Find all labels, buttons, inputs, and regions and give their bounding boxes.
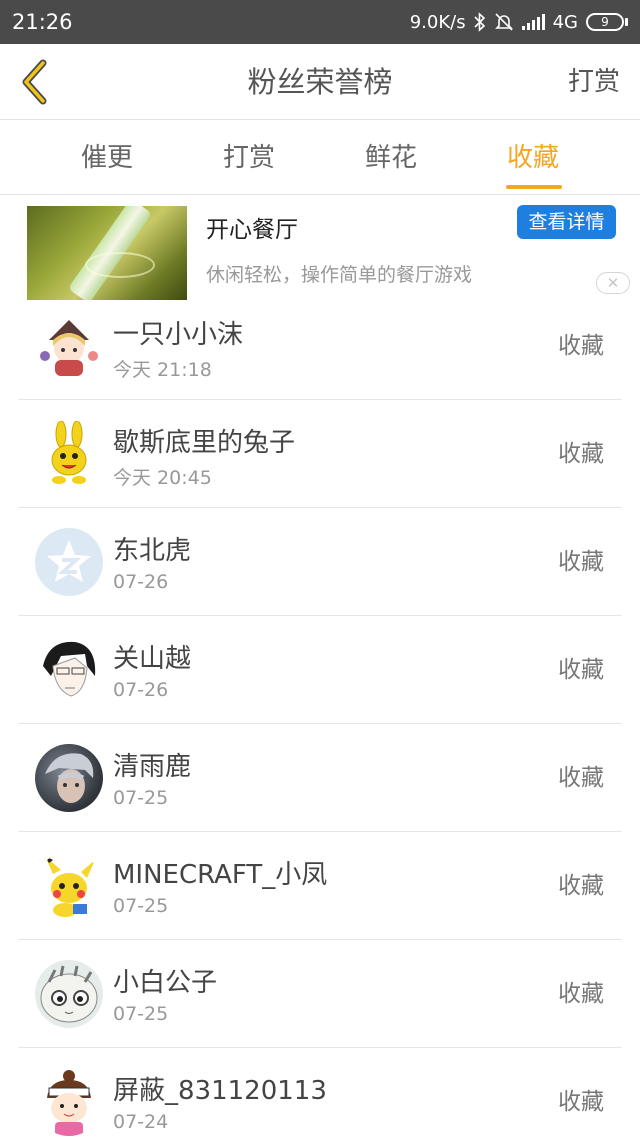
network-type: 4G [552,11,578,33]
list-item[interactable]: MINECRAFT_小凤 07-25 收藏 [18,832,622,940]
status-icons: 9.0K/s 4G 9 [410,12,628,33]
list-item[interactable]: 屏蔽_831120113 07-24 收藏 [18,1048,622,1138]
ad-title: 开心餐厅 [206,217,298,243]
fan-name: 关山越 [113,644,192,674]
signal-icon [521,14,545,30]
list-item[interactable]: 东北虎 07-26 收藏 [18,508,622,616]
list-item[interactable]: 一只小小沫 今天 21:18 收藏 [18,292,622,400]
reward-button[interactable]: 打赏 [568,44,620,120]
view-details-button[interactable]: 查看详情 [517,205,616,239]
tab-urge[interactable]: 催更 [47,121,167,195]
fan-time: 07-25 [113,1003,169,1025]
net-speed: 9.0K/s [409,11,466,33]
status-bar: 21:26 9.0K/s 4G 9 [0,0,640,44]
battery-level: 9 [586,13,624,31]
fan-time: 07-25 [113,895,169,917]
cat-avatar [35,960,103,1028]
tab-reward[interactable]: 打赏 [189,121,309,195]
fan-action: 收藏 [558,1089,604,1115]
tab-favorite[interactable]: 收藏 [473,121,593,195]
fan-time: 今天 21:18 [113,359,212,381]
fan-time: 07-25 [113,787,169,809]
page-title: 粉丝荣誉榜 [247,65,393,99]
fan-action: 收藏 [558,765,604,791]
ad-image [27,206,187,300]
fan-action: 收藏 [558,981,604,1007]
bluetooth-icon [474,12,485,32]
cartoon-girl-avatar [35,1068,103,1136]
fan-name: 清雨鹿 [113,752,192,782]
fan-name: 小白公子 [113,968,218,998]
photo-avatar [35,744,103,812]
fan-time: 07-26 [113,679,169,701]
mute-bell-icon [494,13,513,31]
pikachu-avatar [35,852,103,920]
fan-time: 今天 20:45 [113,467,212,489]
tab-flower[interactable]: 鲜花 [331,121,451,195]
fan-name: 屏蔽_831120113 [113,1076,327,1106]
fan-action: 收藏 [558,657,604,683]
fan-name: 东北虎 [113,536,192,566]
list-item[interactable]: 歇斯底里的兔子 今天 20:45 收藏 [18,400,622,508]
status-time: 21:26 [12,10,73,34]
fan-action: 收藏 [558,873,604,899]
fan-action: 收藏 [558,333,604,359]
list-item[interactable]: 小白公子 07-25 收藏 [18,940,622,1048]
fan-name: 一只小小沫 [113,320,244,350]
ad-close-button[interactable]: ✕ [596,272,630,294]
ad-banner[interactable]: 开心餐厅 休闲轻松，操作简单的餐厅游戏 查看详情 [0,196,640,302]
nav-bar: 粉丝荣誉榜 打赏 [0,44,640,120]
anime-girl-avatar [35,312,103,380]
tab-bar: 催更 打赏 鲜花 收藏 [0,121,640,195]
list-item[interactable]: 清雨鹿 07-25 收藏 [18,724,622,832]
yellow-rabbit-avatar [35,420,103,488]
manga-boy-avatar [35,636,103,704]
ad-description: 休闲轻松，操作简单的餐厅游戏 [206,264,473,286]
fan-action: 收藏 [558,441,604,467]
fan-time: 07-26 [113,571,169,593]
fan-time: 07-24 [113,1111,169,1133]
default-z-avatar [35,528,103,596]
battery-icon: 9 [586,13,628,31]
fan-name: 歇斯底里的兔子 [113,428,296,458]
tab-active-indicator [506,185,562,189]
fan-action: 收藏 [558,549,604,575]
list-item[interactable]: 关山越 07-26 收藏 [18,616,622,724]
fan-name: MINECRAFT_小凤 [113,860,328,890]
